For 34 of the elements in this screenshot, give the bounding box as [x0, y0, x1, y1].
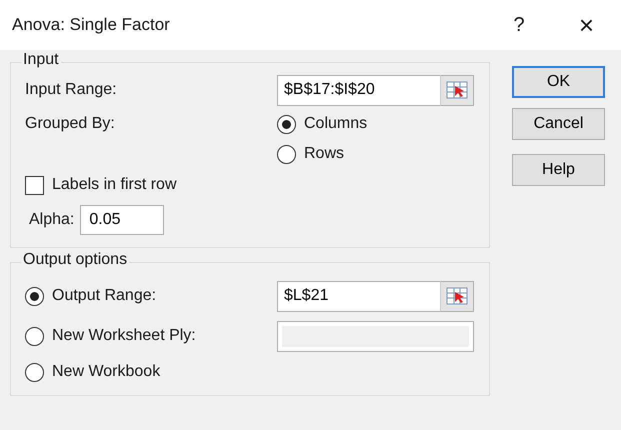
radio-option[interactable]: Columns — [277, 114, 368, 134]
radio-label: New Worksheet Ply: — [52, 327, 196, 345]
dialog-button[interactable]: Help — [512, 154, 605, 186]
radio-label: New Workbook — [52, 363, 160, 381]
radio-option[interactable]: Rows — [277, 144, 344, 164]
dialog-button[interactable]: Cancel — [512, 108, 605, 140]
close-button[interactable]: × — [564, 10, 609, 40]
radio-label: Rows — [304, 145, 344, 163]
radio-option[interactable]: Output Range: — [25, 286, 156, 306]
radio-button[interactable] — [25, 362, 44, 382]
radio-button[interactable] — [277, 114, 296, 134]
dialog-button[interactable]: OK — [512, 66, 605, 98]
group-legend: Output options — [21, 251, 130, 269]
checkbox[interactable] — [25, 176, 44, 194]
radio-label: Columns — [304, 115, 368, 133]
checkbox-option[interactable]: Labels in first row — [25, 176, 176, 194]
help-button[interactable]: ? — [504, 14, 534, 36]
field-label: Grouped By: — [25, 115, 115, 133]
field-label: Input Range: — [25, 81, 117, 99]
window-title: Anova: Single Factor — [12, 15, 171, 35]
field-label: Alpha: — [29, 211, 74, 229]
checkbox-label: Labels in first row — [52, 176, 176, 194]
output-range-field[interactable]: $L$21 — [277, 280, 440, 312]
radio-button[interactable] — [25, 326, 44, 346]
group-legend: Input — [21, 51, 61, 69]
radio-button[interactable] — [25, 286, 44, 306]
alpha-field[interactable]: 0.05 — [80, 205, 164, 235]
range-picker-icon[interactable] — [440, 280, 474, 312]
range-picker-icon[interactable] — [440, 74, 474, 106]
radio-button[interactable] — [277, 144, 296, 164]
input-range-field[interactable]: $B$17:$I$20 — [277, 74, 440, 106]
radio-option[interactable]: New Workbook — [25, 362, 160, 382]
radio-label: Output Range: — [52, 287, 156, 305]
radio-option[interactable]: New Worksheet Ply: — [25, 326, 196, 346]
